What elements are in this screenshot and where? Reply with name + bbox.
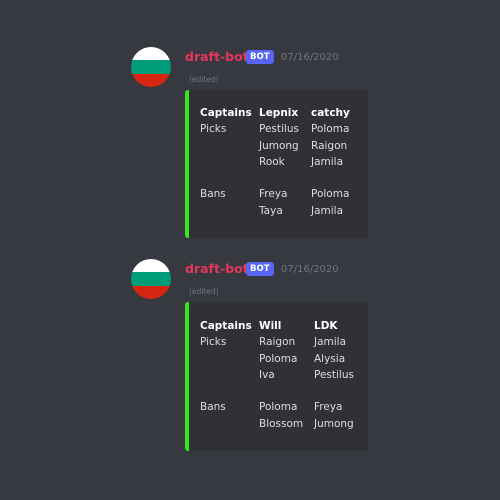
team2-ban: Jumong bbox=[314, 417, 354, 430]
team2-ban: Poloma bbox=[311, 188, 350, 201]
bans-label: Bans bbox=[200, 401, 226, 414]
bot-tag: BOT bbox=[246, 50, 274, 64]
edited-label: (edited) bbox=[189, 75, 219, 84]
team1-name: Lepnix bbox=[259, 107, 299, 119]
team1-ban: Freya bbox=[259, 188, 288, 201]
picks-label: Picks bbox=[200, 123, 227, 136]
team1-pick: Raigon bbox=[259, 336, 296, 349]
team1-pick: Pestilus bbox=[259, 123, 299, 136]
avatar-stripe-red bbox=[131, 285, 171, 299]
team1-ban: Poloma bbox=[259, 401, 298, 414]
embed: Captains Picks Bans Lepnix Pestilus Jumo… bbox=[185, 90, 368, 238]
team2-pick: Alysia bbox=[314, 352, 346, 365]
embed-team2-column: catchy Poloma Raigon Jamila Poloma Jamil… bbox=[311, 105, 350, 219]
team1-pick: Jumong bbox=[259, 139, 299, 152]
avatar-stripe-white bbox=[131, 259, 171, 273]
username[interactable]: draft-bot bbox=[185, 49, 249, 65]
team2-ban: Freya bbox=[314, 401, 343, 414]
embed-team1-column: Will Raigon Poloma Iva Poloma Blossom bbox=[259, 318, 303, 432]
embed-team2-column: LDK Jamila Alysia Pestilus Freya Jumong bbox=[314, 318, 354, 432]
picks-label: Picks bbox=[200, 336, 227, 349]
team1-ban: Blossom bbox=[259, 417, 304, 430]
timestamp[interactable]: 07/16/2020 bbox=[281, 50, 339, 66]
avatar-stripe-green bbox=[131, 272, 171, 286]
team2-name: catchy bbox=[311, 107, 350, 119]
bot-tag: BOT bbox=[246, 262, 274, 276]
avatar-stripe-red bbox=[131, 73, 171, 87]
team2-pick: Poloma bbox=[311, 123, 350, 136]
team2-name: LDK bbox=[314, 320, 338, 332]
team1-ban: Taya bbox=[259, 204, 283, 217]
team1-name: Will bbox=[259, 320, 282, 332]
bot-avatar[interactable] bbox=[131, 47, 171, 87]
embed: Captains Picks Bans Will Raigon Poloma I… bbox=[185, 302, 368, 451]
embed-caption-column: Captains Picks Bans bbox=[200, 105, 252, 203]
timestamp[interactable]: 07/16/2020 bbox=[281, 262, 339, 278]
bot-avatar[interactable] bbox=[131, 259, 171, 299]
username[interactable]: draft-bot bbox=[185, 261, 249, 277]
team2-pick: Raigon bbox=[311, 139, 348, 152]
captains-header: Captains bbox=[200, 320, 252, 332]
embed-team1-column: Lepnix Pestilus Jumong Rook Freya Taya bbox=[259, 105, 299, 219]
captains-header: Captains bbox=[200, 107, 252, 119]
edited-label: (edited) bbox=[189, 287, 219, 296]
team1-pick: Rook bbox=[259, 155, 285, 168]
embed-caption-column: Captains Picks Bans bbox=[200, 318, 252, 416]
avatar-stripe-white bbox=[131, 47, 171, 61]
team2-pick: Jamila bbox=[311, 155, 344, 168]
team2-pick: Pestilus bbox=[314, 368, 354, 381]
avatar-stripe-green bbox=[131, 60, 171, 74]
team1-pick: Poloma bbox=[259, 352, 298, 365]
team2-pick: Jamila bbox=[314, 336, 347, 349]
team1-pick: Iva bbox=[259, 368, 275, 381]
team2-ban: Jamila bbox=[311, 204, 344, 217]
bans-label: Bans bbox=[200, 188, 226, 201]
